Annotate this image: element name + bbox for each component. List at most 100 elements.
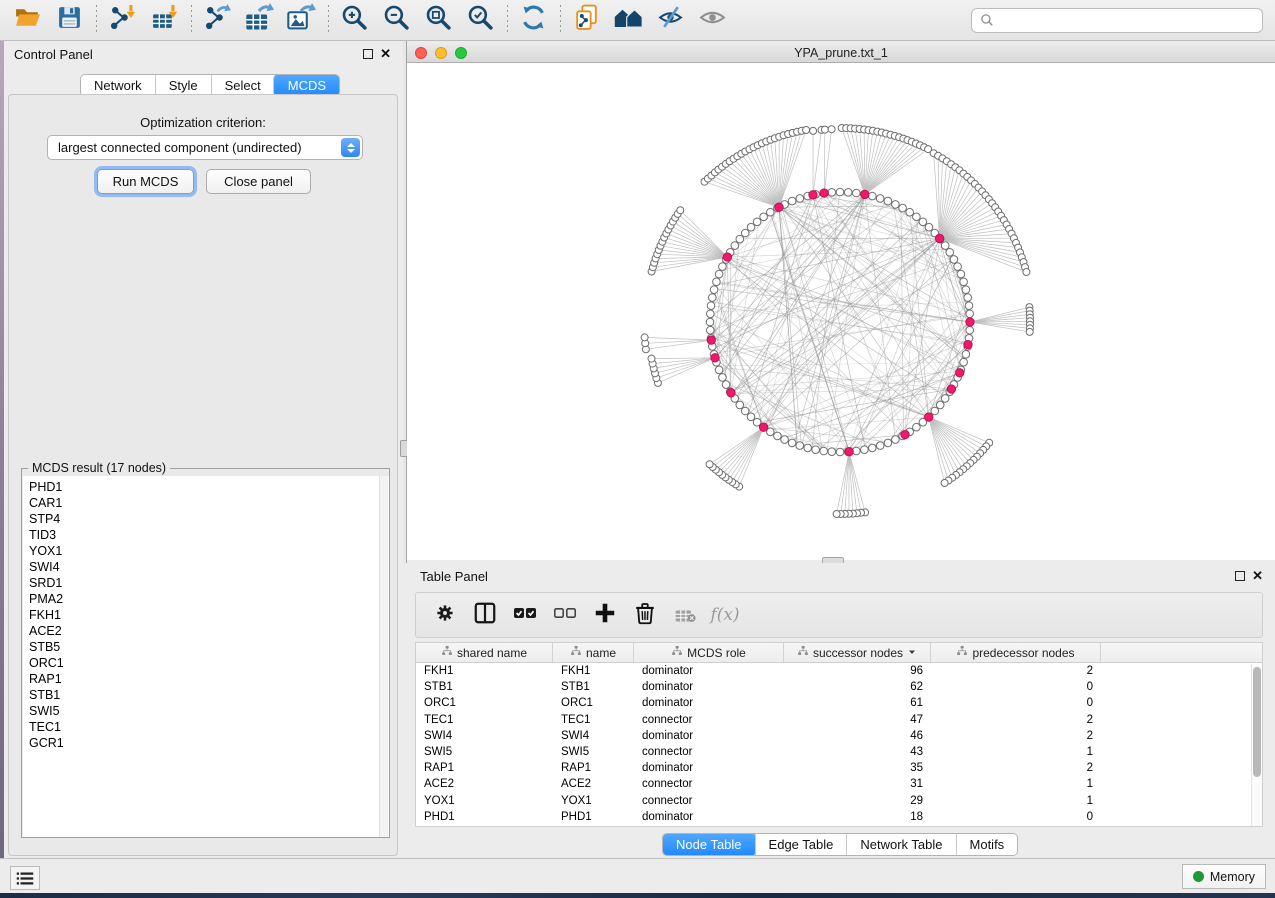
table-settings-button[interactable] bbox=[430, 600, 460, 630]
function-builder-icon: f(x) bbox=[710, 605, 739, 625]
table-row[interactable]: RAP1RAP1dominator352 bbox=[416, 760, 1262, 776]
main-toolbar bbox=[0, 0, 1275, 41]
apply-layout-button[interactable] bbox=[516, 4, 550, 36]
result-list-item[interactable]: YOX1 bbox=[23, 543, 389, 559]
add-column-button[interactable] bbox=[590, 600, 620, 630]
import-network-button[interactable] bbox=[105, 4, 139, 36]
result-list-item[interactable]: STP4 bbox=[23, 511, 389, 527]
column-header-shared-name[interactable]: shared name bbox=[416, 643, 553, 662]
cell-predecessor-nodes: 2 bbox=[931, 730, 1101, 742]
tab-network[interactable]: Network bbox=[81, 75, 155, 96]
hide-selected-button[interactable] bbox=[653, 4, 687, 36]
open-file-button[interactable] bbox=[10, 4, 44, 36]
result-list-item[interactable]: SRD1 bbox=[23, 575, 389, 591]
table-tab-motifs[interactable]: Motifs bbox=[956, 834, 1018, 855]
table-row[interactable]: ORC1ORC1dominator610 bbox=[416, 695, 1262, 711]
split-panel-button[interactable] bbox=[470, 600, 500, 630]
column-header-MCDS-role[interactable]: MCDS role bbox=[634, 643, 784, 662]
table-row[interactable]: SWI4SWI4dominator462 bbox=[416, 728, 1262, 744]
table-row[interactable]: SWI5SWI5connector431 bbox=[416, 744, 1262, 760]
float-panel-icon[interactable] bbox=[363, 49, 373, 59]
result-list-item[interactable]: PMA2 bbox=[23, 591, 389, 607]
float-table-panel-icon[interactable] bbox=[1235, 571, 1245, 581]
show-hidden-button[interactable] bbox=[695, 4, 729, 36]
add-column-icon bbox=[593, 601, 617, 630]
hide-selected-icon bbox=[657, 4, 684, 36]
cell-predecessor-nodes: 2 bbox=[931, 714, 1101, 726]
network-canvas[interactable] bbox=[407, 63, 1275, 560]
result-list-item[interactable]: FKH1 bbox=[23, 607, 389, 623]
cell-predecessor-nodes: 0 bbox=[931, 811, 1101, 823]
result-list-item[interactable]: SWI5 bbox=[23, 703, 389, 719]
save-session-button[interactable] bbox=[52, 4, 86, 36]
table-toolbar: f(x) bbox=[415, 592, 1263, 638]
column-header-successor-nodes[interactable]: successor nodes bbox=[784, 643, 931, 662]
memory-button[interactable]: Memory bbox=[1182, 864, 1266, 889]
result-list-item[interactable]: RAP1 bbox=[23, 671, 389, 687]
table-row[interactable]: ACE2ACE2connector311 bbox=[416, 776, 1262, 792]
search-box[interactable] bbox=[971, 8, 1263, 33]
close-panel-button[interactable]: Close panel bbox=[206, 169, 311, 194]
cell-name: RAP1 bbox=[553, 762, 634, 774]
cell-shared-name: PHD1 bbox=[416, 811, 553, 823]
show-all-networks-icon bbox=[613, 2, 644, 38]
cell-MCDS-role: dominator bbox=[634, 811, 784, 823]
zoom-selected-button[interactable] bbox=[463, 4, 497, 36]
zoom-fit-button[interactable] bbox=[421, 4, 455, 36]
export-network-button[interactable] bbox=[200, 4, 234, 36]
task-history-button[interactable] bbox=[10, 866, 40, 890]
table-row[interactable]: TEC1TEC1connector472 bbox=[416, 712, 1262, 728]
close-table-panel-icon[interactable]: ✕ bbox=[1252, 571, 1263, 581]
table-tab-edge-table[interactable]: Edge Table bbox=[755, 834, 847, 855]
zoom-out-button[interactable] bbox=[379, 4, 413, 36]
optimization-dropdown[interactable]: largest connected component (undirected) bbox=[47, 135, 363, 160]
result-list-item[interactable]: ORC1 bbox=[23, 655, 389, 671]
result-list-item[interactable]: STB5 bbox=[23, 639, 389, 655]
column-header-name[interactable]: name bbox=[553, 643, 634, 662]
zoom-in-button[interactable] bbox=[337, 4, 371, 36]
table-scrollbar-thumb[interactable] bbox=[1253, 667, 1261, 777]
delete-table-icon bbox=[674, 602, 696, 629]
desktop-wallpaper-bottom bbox=[0, 893, 1275, 898]
result-list-item[interactable]: CAR1 bbox=[23, 495, 389, 511]
result-list-item[interactable]: PHD1 bbox=[23, 479, 389, 495]
table-row[interactable]: STB1STB1dominator620 bbox=[416, 679, 1262, 695]
result-list-scrollbar[interactable] bbox=[379, 476, 388, 837]
network-titlebar: YPA_prune.txt_1 bbox=[407, 44, 1275, 63]
column-type-icon bbox=[797, 645, 809, 660]
table-scrollbar[interactable] bbox=[1251, 664, 1262, 827]
import-table-button[interactable] bbox=[147, 4, 181, 36]
result-list-item[interactable]: TID3 bbox=[23, 527, 389, 543]
search-input[interactable] bbox=[999, 13, 1254, 27]
delete-columns-button[interactable] bbox=[630, 600, 660, 630]
result-list-item[interactable]: GCR1 bbox=[23, 735, 389, 751]
cell-predecessor-nodes: 2 bbox=[931, 665, 1101, 677]
table-row[interactable]: YOX1YOX1connector291 bbox=[416, 793, 1262, 809]
result-list-item[interactable]: ACE2 bbox=[23, 623, 389, 639]
export-network-icon bbox=[204, 4, 231, 36]
table-tab-network-table[interactable]: Network Table bbox=[846, 834, 955, 855]
column-header-predecessor-nodes[interactable]: predecessor nodes bbox=[931, 643, 1101, 662]
close-panel-icon[interactable]: ✕ bbox=[380, 49, 391, 59]
cell-shared-name: YOX1 bbox=[416, 795, 553, 807]
result-list-item[interactable]: SWI4 bbox=[23, 559, 389, 575]
export-image-button[interactable] bbox=[284, 4, 318, 36]
show-all-networks-button[interactable] bbox=[611, 4, 645, 36]
zoom-out-icon bbox=[383, 4, 410, 36]
tab-select[interactable]: Select bbox=[211, 75, 274, 96]
run-mcds-button[interactable]: Run MCDS bbox=[97, 169, 194, 194]
table-row[interactable]: PHD1PHD1dominator180 bbox=[416, 809, 1262, 825]
cell-shared-name: TEC1 bbox=[416, 714, 553, 726]
table-tab-node-table[interactable]: Node Table bbox=[662, 833, 756, 856]
column-type-icon bbox=[956, 645, 968, 660]
result-list-item[interactable]: STB1 bbox=[23, 687, 389, 703]
network-from-selection-button[interactable] bbox=[569, 4, 603, 36]
export-table-button[interactable] bbox=[242, 4, 276, 36]
select-all-button[interactable] bbox=[510, 600, 540, 630]
cell-successor-nodes: 96 bbox=[784, 665, 931, 677]
table-row[interactable]: FKH1FKH1dominator962 bbox=[416, 663, 1262, 679]
tab-style[interactable]: Style bbox=[155, 75, 211, 96]
cell-MCDS-role: connector bbox=[634, 746, 784, 758]
deselect-all-button[interactable] bbox=[550, 600, 580, 630]
result-list-item[interactable]: TEC1 bbox=[23, 719, 389, 735]
